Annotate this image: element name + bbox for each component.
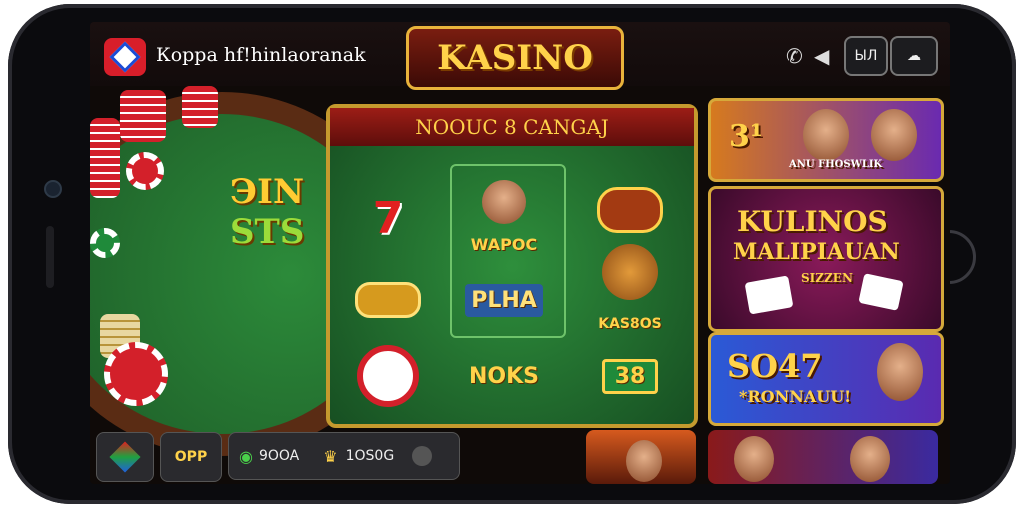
symbol-lion[interactable]: KAS8OS (580, 238, 680, 338)
gold-badge (355, 282, 421, 318)
character-face (850, 436, 890, 482)
cloud-icon[interactable]: ☁ (890, 36, 938, 76)
poker-chip (90, 228, 120, 258)
promo-card-1[interactable]: 3¹ ANU FHOSWLIK (708, 98, 944, 182)
poker-chip (126, 152, 164, 190)
character-face (482, 180, 526, 224)
bottom-bar: OPP ◉ 9OOA ♛ 1OS0G (90, 432, 462, 482)
symbol-emblem[interactable] (580, 178, 680, 242)
character-face (626, 440, 662, 482)
symbol-wapoc[interactable]: WAPOC (454, 178, 554, 258)
promo-line-2: STS (230, 212, 305, 252)
credits-value: 9OOA (258, 448, 300, 464)
symbol-seven[interactable]: 7 (338, 186, 438, 250)
sort-button[interactable]: ЫЛ (844, 36, 888, 76)
casino-logo: KASINO (406, 26, 624, 90)
eye-icon: ◉ (239, 446, 253, 466)
top-bar: Корра hf!hinlaoranak KASINO ✆ ◀ ЫЛ ☁ (90, 22, 950, 90)
trophy-icon: ♛ (323, 446, 338, 466)
promo-line-1: ЭIN (230, 172, 305, 212)
lion-face (602, 244, 658, 300)
app-icon[interactable] (104, 38, 146, 76)
symbol-chip[interactable] (338, 344, 438, 408)
character-face (877, 343, 923, 401)
chip-icon (357, 345, 419, 407)
character-face (803, 109, 849, 161)
store-button[interactable] (96, 432, 154, 482)
emblem-badge (597, 187, 663, 233)
opp-button[interactable]: OPP (160, 432, 222, 482)
wallet-panel: ◉ 9OOA ♛ 1OS0G (228, 432, 460, 480)
coins-value: 1OS0G (345, 448, 395, 464)
camera-icon (44, 180, 62, 198)
slot-board: NOOUC 8 CANGAJ 7 WAPOC PLHA KAS8OS NOKS (326, 104, 698, 428)
back-icon[interactable]: ◀ (814, 44, 829, 68)
poker-chip (104, 342, 168, 406)
symbol-plha[interactable]: PLHA (454, 268, 554, 332)
chip-stack (90, 118, 120, 198)
chip-stack (120, 90, 166, 142)
dice-icon (744, 275, 794, 315)
character-face (871, 109, 917, 161)
side-button (46, 226, 54, 288)
character-face (734, 436, 774, 482)
phone-icon[interactable]: ✆ (786, 44, 803, 68)
symbol-noks[interactable]: NOKS (454, 344, 554, 408)
settings-icon[interactable] (412, 446, 433, 466)
left-promo: ЭIN STS (230, 172, 304, 252)
symbol-gold-badge[interactable] (338, 268, 438, 332)
promo-card-3[interactable]: SO47 *RONNAUU! (708, 332, 944, 426)
promo-card-4[interactable] (708, 430, 938, 484)
promo-card-2[interactable]: KULINOS MALIPIAUAN SIZZEN (708, 186, 944, 332)
promo-card-queen[interactable] (586, 430, 696, 484)
dice-icon (858, 273, 904, 311)
game-screen: ЭIN STS Корра hf!hinlaoranak KASINO ✆ ◀ … (90, 22, 950, 484)
board-title: NOOUC 8 CANGAJ (330, 108, 694, 146)
symbol-38[interactable]: 38 (580, 344, 680, 408)
chip-stack (182, 86, 218, 128)
cube-icon (109, 441, 141, 473)
app-title: Корра hf!hinlaoranak (156, 44, 366, 66)
